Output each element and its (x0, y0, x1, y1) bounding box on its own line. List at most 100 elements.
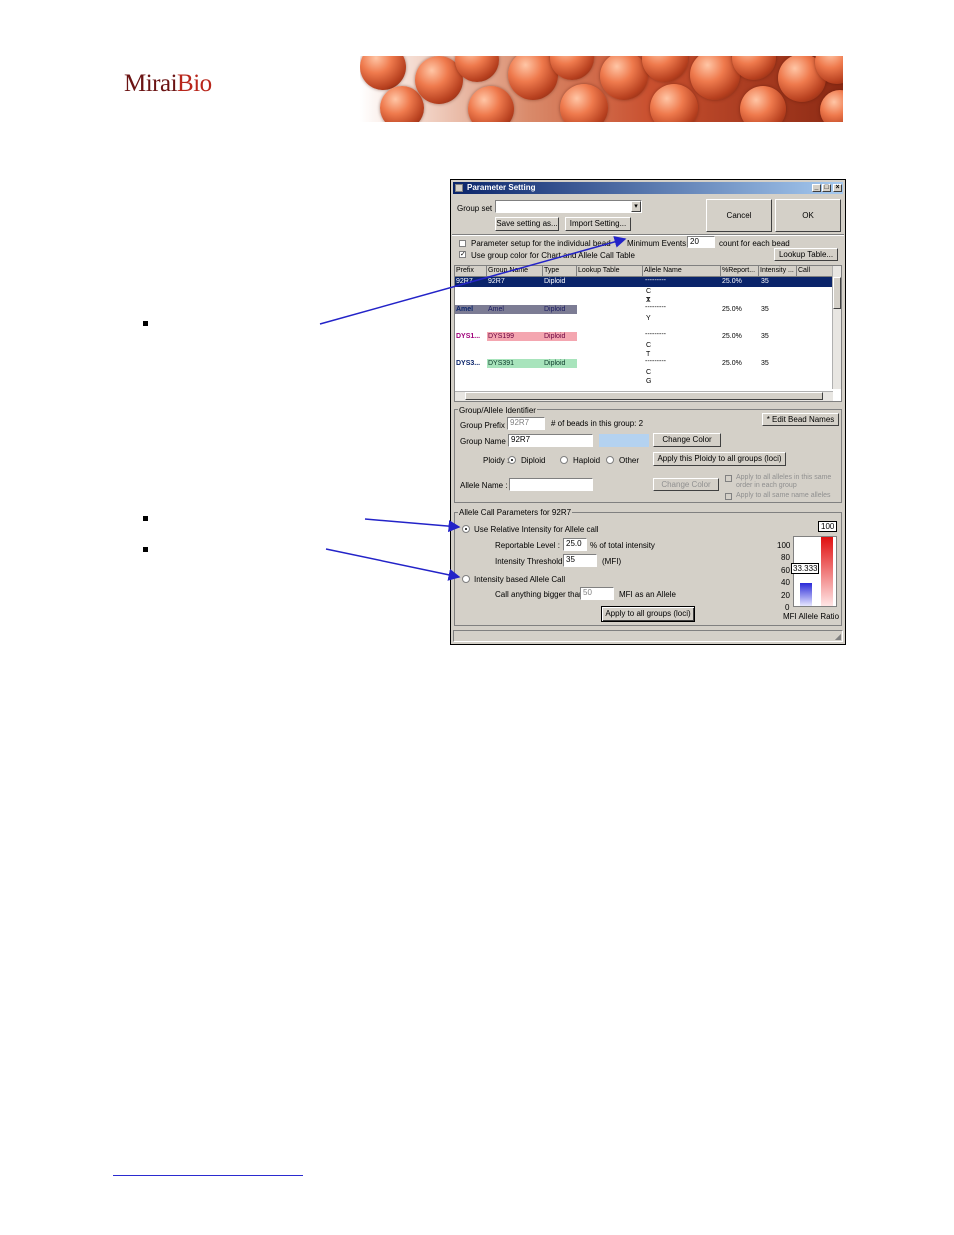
row-prefix[interactable]: 92R7 (456, 277, 473, 286)
chart-tick: 0 (785, 603, 790, 612)
save-setting-button[interactable]: Save setting as... (495, 217, 559, 231)
haploid-label: Haploid (573, 456, 601, 465)
parameter-setting-dialog: Parameter Setting _ □ × Group set : ▾ Sa… (450, 179, 846, 645)
import-setting-button[interactable]: Import Setting... (565, 217, 631, 231)
minimum-events-input[interactable]: 20 (687, 236, 715, 248)
use-relative-radio[interactable] (462, 525, 470, 533)
chart-bar-allele-2 (821, 537, 833, 606)
column-header[interactable]: Type (543, 266, 577, 277)
row-report[interactable]: 25.0% (722, 305, 742, 314)
row-allele: X (646, 297, 651, 304)
other-label: Other (619, 456, 640, 465)
chevron-down-icon[interactable]: ▾ (631, 201, 641, 212)
change-color-button[interactable]: Change Color (653, 433, 721, 447)
group-color-swatch (599, 434, 649, 447)
use-relative-label: Use Relative Intensity for Allele call (474, 525, 599, 534)
row-group[interactable]: DYS199 (488, 332, 514, 341)
group-name-input[interactable]: 92R7 (508, 434, 593, 447)
chart-tick: 20 (781, 591, 790, 600)
column-header[interactable]: Call Inten... (797, 266, 834, 277)
row-intensity[interactable]: 35 (761, 305, 769, 314)
group-table[interactable]: Prefix Group Name Type Lookup Table Alle… (454, 265, 842, 402)
row-allele[interactable]: --------- (645, 357, 666, 366)
group-set-label: Group set : (457, 204, 497, 213)
row-intensity[interactable]: 35 (761, 332, 769, 341)
maximize-icon[interactable]: □ (822, 184, 831, 192)
status-bar: ◢ (453, 630, 843, 642)
mfi-label: (MFI) (602, 557, 622, 566)
intensity-threshold-label: Intensity Threshold : (495, 557, 567, 566)
column-header[interactable]: Lookup Table (577, 266, 643, 277)
row-type[interactable]: Diploid (544, 332, 565, 341)
row-type[interactable]: Diploid (544, 359, 565, 368)
footer-link-underline[interactable] (113, 1175, 303, 1176)
apply-same-name-checkbox[interactable] (725, 493, 732, 500)
resize-grip-icon[interactable]: ◢ (835, 633, 841, 641)
dialog-titlebar[interactable]: Parameter Setting _ □ × (453, 182, 843, 194)
apply-alleles-checkbox[interactable] (725, 475, 732, 482)
beads-in-group-label: # of beads in this group: 2 (551, 419, 644, 428)
row-prefix[interactable]: DYS1... (456, 332, 480, 341)
table-horizontal-scrollbar[interactable] (455, 391, 833, 401)
minimize-icon[interactable]: _ (812, 184, 821, 192)
apply-all-groups-button[interactable]: Apply to all groups (loci) (601, 606, 695, 622)
close-icon[interactable]: × (833, 184, 842, 192)
intensity-based-radio[interactable] (462, 575, 470, 583)
cancel-button[interactable]: Cancel (706, 199, 772, 232)
table-row-selected[interactable] (455, 277, 833, 287)
row-report[interactable]: 25.0% (722, 332, 742, 341)
group-set-select[interactable]: ▾ (495, 200, 642, 213)
intensity-threshold-input[interactable]: 35 (563, 554, 597, 567)
row-allele[interactable]: --------- (645, 276, 666, 285)
call-anything-input[interactable]: 50 (580, 587, 614, 600)
ok-button[interactable]: OK (775, 199, 841, 232)
row-group[interactable]: 92R7 (488, 277, 505, 286)
chart-tick: 100 (777, 541, 791, 550)
haploid-radio[interactable] (560, 456, 568, 464)
lookup-table-button[interactable]: Lookup Table... (774, 248, 838, 261)
row-type[interactable]: Diploid (544, 277, 565, 286)
row-group[interactable]: DYS391 (488, 359, 514, 368)
reportable-level-input[interactable]: 25.0 (563, 538, 587, 551)
table-vertical-scrollbar[interactable] (832, 266, 841, 389)
bullet-2 (143, 516, 148, 521)
edit-bead-names-button[interactable]: * Edit Bead Names (762, 413, 839, 426)
row-intensity[interactable]: 35 (761, 277, 769, 286)
group-prefix-input[interactable]: 92R7 (507, 417, 545, 430)
change-color-disabled-button[interactable]: Change Color (653, 478, 719, 491)
arrow-to-relative-intensity (364, 518, 461, 533)
row-report[interactable]: 25.0% (722, 277, 742, 286)
apply-ploidy-button[interactable]: Apply this Ploidy to all groups (loci) (653, 452, 786, 466)
chart-bar-allele-1 (800, 583, 812, 606)
column-header[interactable]: %Report... (721, 266, 759, 277)
app-icon (455, 184, 463, 192)
apply-alleles-label: Apply to all alleles in this same order … (736, 474, 832, 489)
chart-caption: MFI Allele Ratio (783, 612, 840, 621)
group-name-label: Group Name : (460, 437, 511, 446)
row-intensity[interactable]: 35 (761, 359, 769, 368)
bullet-3 (143, 547, 148, 552)
allele-name-input[interactable] (509, 478, 593, 491)
row-prefix[interactable]: DYS3... (456, 359, 480, 368)
diploid-radio[interactable] (508, 456, 516, 464)
row-allele[interactable]: --------- (645, 330, 666, 339)
ploidy-label: Ploidy : (483, 456, 510, 465)
mfi-allele-label: MFI as an Allele (619, 590, 676, 599)
bullet-1 (143, 321, 148, 326)
row-report[interactable]: 25.0% (722, 359, 742, 368)
column-header[interactable]: Intensity ... (759, 266, 797, 277)
chart-max-label: 100 (818, 521, 838, 532)
other-radio[interactable] (606, 456, 614, 464)
column-header[interactable]: Prefix (455, 266, 487, 277)
row-prefix[interactable]: Amel (456, 305, 473, 314)
minimum-events-label: Minimum Events : (627, 239, 691, 248)
individual-bead-checkbox[interactable] (459, 240, 466, 247)
apply-same-name-label: Apply to all same name alleles (736, 492, 831, 499)
use-group-color-checkbox[interactable]: ✓ (459, 251, 466, 258)
use-group-color-label: Use group color for Chart and Allele Cal… (471, 251, 635, 260)
column-header[interactable]: Group Name (487, 266, 543, 277)
dialog-title: Parameter Setting (467, 183, 536, 192)
row-group[interactable]: Amel (488, 305, 504, 314)
allele-name-label: Allele Name : (460, 481, 508, 490)
row-type[interactable]: Diploid (544, 305, 565, 314)
